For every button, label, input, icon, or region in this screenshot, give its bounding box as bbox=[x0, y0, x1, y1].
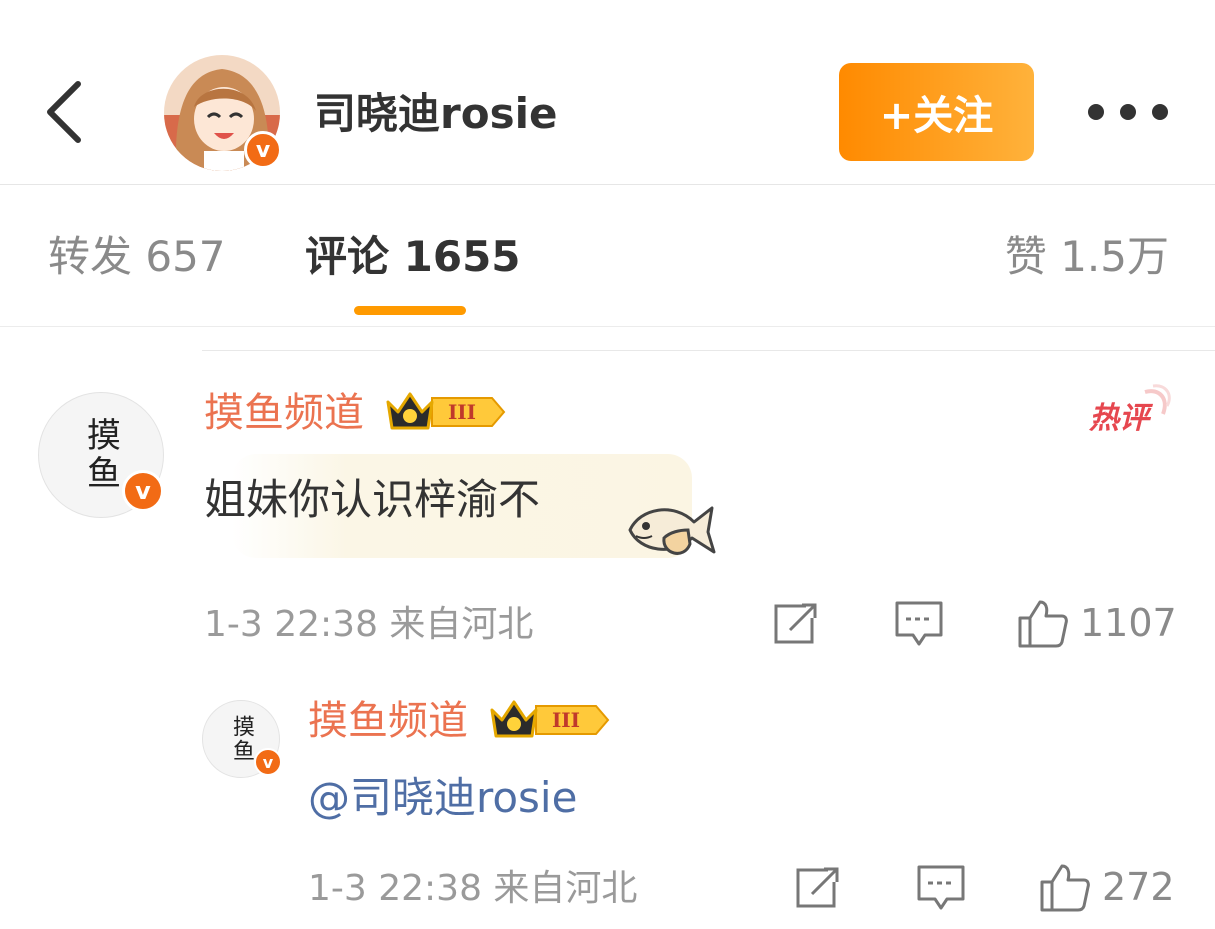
like-count: 272 bbox=[1102, 865, 1175, 909]
crown-badge-icon[interactable]: III bbox=[384, 390, 508, 438]
share-icon bbox=[796, 867, 839, 908]
reply-icon bbox=[895, 601, 943, 646]
verified-icon: v bbox=[254, 748, 282, 776]
page-title[interactable]: 司晓迪rosie bbox=[314, 86, 557, 142]
reply-icon bbox=[917, 865, 965, 910]
commenter-avatar[interactable]: 摸鱼 v bbox=[38, 392, 164, 518]
divider bbox=[202, 350, 1215, 351]
tab-likes[interactable]: 赞 1.5万 bbox=[1005, 229, 1169, 285]
comment-author[interactable]: 摸鱼频道 bbox=[204, 387, 364, 439]
more-icon bbox=[1088, 104, 1104, 120]
profile-header: v 司晓迪rosie +关注 bbox=[0, 0, 1215, 185]
comment-text: 姐妹你认识梓渝不 bbox=[204, 475, 541, 524]
reply-button[interactable] bbox=[894, 600, 944, 648]
share-icon bbox=[774, 603, 817, 644]
hot-comment-icon: 热评 bbox=[1087, 384, 1171, 438]
level-badge-text: III bbox=[552, 708, 580, 732]
more-icon bbox=[1152, 104, 1168, 120]
author-avatar[interactable]: v bbox=[164, 55, 282, 171]
like-button[interactable]: 272 bbox=[1038, 862, 1175, 912]
commenter-avatar[interactable]: 摸鱼 v bbox=[202, 700, 282, 778]
follow-button[interactable]: +关注 bbox=[839, 63, 1034, 161]
fish-sticker-icon bbox=[624, 494, 716, 568]
share-button[interactable] bbox=[772, 602, 818, 646]
share-button[interactable] bbox=[794, 866, 840, 910]
like-icon bbox=[1018, 600, 1068, 648]
tab-repost[interactable]: 转发 657 bbox=[48, 229, 226, 285]
hot-label: 热评 bbox=[1088, 402, 1154, 435]
avatar-text: 摸鱼 bbox=[229, 715, 254, 763]
level-badge-text: III bbox=[448, 400, 476, 424]
like-count: 1107 bbox=[1080, 601, 1177, 645]
mention-link[interactable]: @司晓迪rosie bbox=[308, 770, 577, 826]
avatar-text: 摸鱼 bbox=[80, 417, 121, 493]
reply-button[interactable] bbox=[916, 864, 966, 912]
comment-meta: 1-3 22:38 来自河北 bbox=[308, 868, 638, 909]
verified-icon: v bbox=[122, 470, 164, 512]
crown-badge-icon[interactable]: III bbox=[488, 698, 612, 746]
more-icon bbox=[1120, 104, 1136, 120]
comment-author[interactable]: 摸鱼频道 bbox=[308, 695, 468, 747]
active-tab-indicator bbox=[354, 306, 466, 315]
back-arrow-icon bbox=[47, 81, 81, 143]
comment-meta: 1-3 22:38 来自河北 bbox=[204, 604, 534, 645]
verified-icon: v bbox=[244, 131, 282, 169]
tab-bar: 转发 657 评论 1655 赞 1.5万 bbox=[0, 185, 1215, 327]
more-button[interactable] bbox=[1088, 98, 1168, 126]
like-button[interactable]: 1107 bbox=[1016, 598, 1177, 648]
back-button[interactable] bbox=[40, 76, 92, 148]
tab-comment[interactable]: 评论 1655 bbox=[305, 229, 521, 285]
like-icon bbox=[1040, 864, 1090, 912]
